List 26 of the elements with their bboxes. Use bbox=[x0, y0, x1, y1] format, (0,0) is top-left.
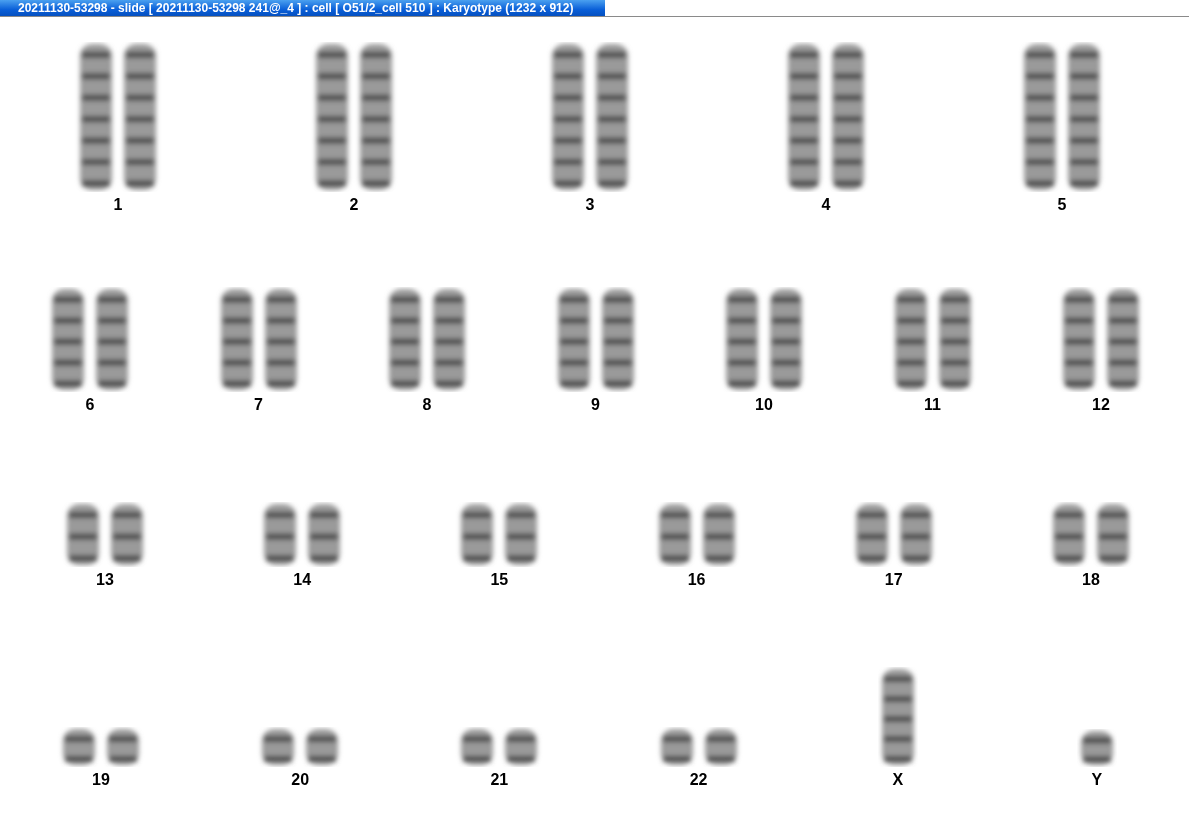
chromosome-label: 14 bbox=[293, 571, 312, 589]
chromosome-label: 19 bbox=[92, 771, 110, 789]
chromosome-label: 21 bbox=[490, 771, 509, 789]
chromosome-label: 8 bbox=[422, 396, 432, 414]
chromosome-label: 3 bbox=[585, 196, 595, 214]
chromosome-label: 1 bbox=[113, 196, 123, 214]
chromosome-label: 9 bbox=[591, 396, 600, 414]
chromosome-label: X bbox=[892, 771, 904, 789]
chromosome-label: 10 bbox=[755, 396, 773, 414]
chromosome-label: 6 bbox=[85, 396, 95, 414]
chromosome-label: 12 bbox=[1092, 396, 1110, 414]
chromosome-label: 7 bbox=[254, 396, 263, 414]
chromosome-label: 20 bbox=[291, 771, 310, 789]
chromosome-label: 5 bbox=[1057, 196, 1067, 214]
chromosome-label: 17 bbox=[884, 571, 903, 589]
chromosome-label: 15 bbox=[490, 571, 509, 589]
chromosome-label: 18 bbox=[1082, 571, 1100, 589]
chromosome-label: 2 bbox=[349, 196, 359, 214]
chromosome-label: 4 bbox=[821, 196, 831, 214]
chromosome-label: 11 bbox=[924, 396, 941, 414]
chromosome-label: Y bbox=[1091, 771, 1103, 789]
chromosome-label: 13 bbox=[96, 571, 114, 589]
chromosome-label: 22 bbox=[689, 771, 708, 789]
chromosome-label: 16 bbox=[687, 571, 706, 589]
chromosome-drawing bbox=[1080, 731, 1113, 765]
window-title: 20211130-53298 - slide [ 20211130-53298 241@_4 ] : cell [ O51/2_cell 510 ] : Karyotype (1232 x 912) bbox=[0, 0, 605, 16]
